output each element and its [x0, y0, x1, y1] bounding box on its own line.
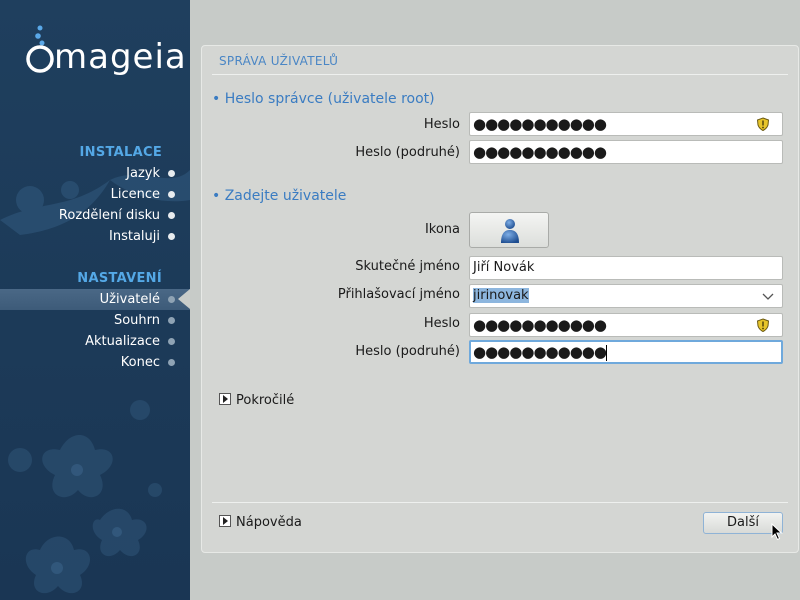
user-password-confirm-value: ●●●●●●●●●●●: [473, 343, 607, 361]
real-name-value: Jiří Novák: [473, 260, 535, 275]
real-name-input[interactable]: Jiří Novák: [469, 256, 783, 280]
root-password-section-title: • Heslo správce (uživatele root): [212, 91, 435, 107]
advanced-expander[interactable]: Pokročilé: [219, 393, 294, 408]
active-notch: [178, 289, 190, 309]
shield-icon: [756, 318, 770, 332]
user-password-input[interactable]: ●●●●●●●●●●●: [469, 313, 783, 337]
step-done-icon: [168, 191, 175, 198]
page-title: SPRÁVA UŽIVATELŮ: [219, 54, 339, 68]
root-password-value: ●●●●●●●●●●●: [473, 115, 607, 133]
text-caret: [605, 344, 607, 361]
divider: [212, 502, 788, 503]
step-current-icon: [168, 296, 175, 303]
step-done-icon: [168, 233, 175, 240]
login-name-combo[interactable]: jirinovak: [469, 284, 783, 308]
user-password-confirm-label: Heslo (podruhé): [355, 344, 460, 359]
root-password-confirm-value: ●●●●●●●●●●●: [473, 143, 607, 161]
sidebar-item-installing: Instaluji: [109, 226, 175, 247]
sidebar-item-label: Souhrn: [113, 313, 160, 328]
mouse-cursor-icon: [771, 523, 783, 541]
mageia-logo-text: mageia: [54, 37, 187, 77]
sidebar-item-partitioning: Rozdělení disku: [58, 205, 175, 226]
root-password-confirm-label: Heslo (podruhé): [355, 145, 460, 160]
sidebar-item-label: Rozdělení disku: [58, 208, 160, 223]
root-password-confirm-input[interactable]: ●●●●●●●●●●●: [469, 140, 783, 164]
user-password-label: Heslo: [423, 316, 460, 331]
mageia-logo-icon: [26, 25, 54, 73]
user-icon-button[interactable]: [469, 212, 549, 248]
sidebar-item-license: Licence: [110, 184, 175, 205]
help-label: Nápověda: [236, 515, 302, 530]
sidebar-item-summary: Souhrn: [113, 310, 175, 331]
step-pending-icon: [168, 338, 175, 345]
user-password-value: ●●●●●●●●●●●: [473, 316, 607, 334]
user-password-confirm-input[interactable]: ●●●●●●●●●●●: [469, 340, 783, 364]
user-section-title: • Zadejte uživatele: [212, 188, 347, 204]
advanced-label: Pokročilé: [236, 393, 295, 408]
root-password-input[interactable]: ●●●●●●●●●●●: [469, 112, 783, 136]
sidebar-active-highlight: [0, 289, 190, 310]
chevron-down-icon[interactable]: [761, 289, 775, 303]
step-pending-icon: [168, 317, 175, 324]
sidebar-item-finish: Konec: [120, 352, 175, 373]
sidebar-item-label: Licence: [110, 187, 160, 202]
decorative-flowers: [0, 170, 190, 594]
sidebar-section-install: INSTALACE: [79, 145, 162, 160]
sidebar-item-label: Uživatelé: [99, 292, 160, 307]
login-name-label: Přihlašovací jméno: [337, 287, 460, 302]
shield-icon: [756, 117, 770, 131]
login-name-value: jirinovak: [473, 288, 529, 303]
divider: [212, 74, 788, 75]
user-icon: [501, 219, 519, 243]
help-expander[interactable]: Nápověda: [219, 515, 302, 530]
sidebar-item-language: Jazyk: [126, 163, 175, 184]
step-done-icon: [168, 212, 175, 219]
sidebar-item-label: Instaluji: [109, 229, 160, 244]
expand-arrow-icon: [219, 393, 231, 405]
real-name-label: Skutečné jméno: [355, 259, 460, 274]
step-done-icon: [168, 170, 175, 177]
sidebar: mageia INSTALACE Jazyk Licence Rozdělení…: [0, 0, 190, 600]
root-password-label: Heslo: [423, 117, 460, 132]
icon-label: Ikona: [424, 222, 460, 237]
user-management-panel: SPRÁVA UŽIVATELŮ • Heslo správce (uživat…: [201, 45, 799, 553]
sidebar-item-updates: Aktualizace: [85, 331, 175, 352]
sidebar-item-users: Uživatelé: [99, 289, 175, 310]
expand-arrow-icon: [219, 515, 231, 527]
sidebar-item-label: Konec: [120, 355, 160, 370]
sidebar-item-label: Jazyk: [126, 166, 160, 181]
mageia-logo: mageia: [10, 24, 186, 80]
sidebar-item-label: Aktualizace: [85, 334, 160, 349]
sidebar-section-configuration: NASTAVENÍ: [77, 271, 162, 286]
step-pending-icon: [168, 359, 175, 366]
